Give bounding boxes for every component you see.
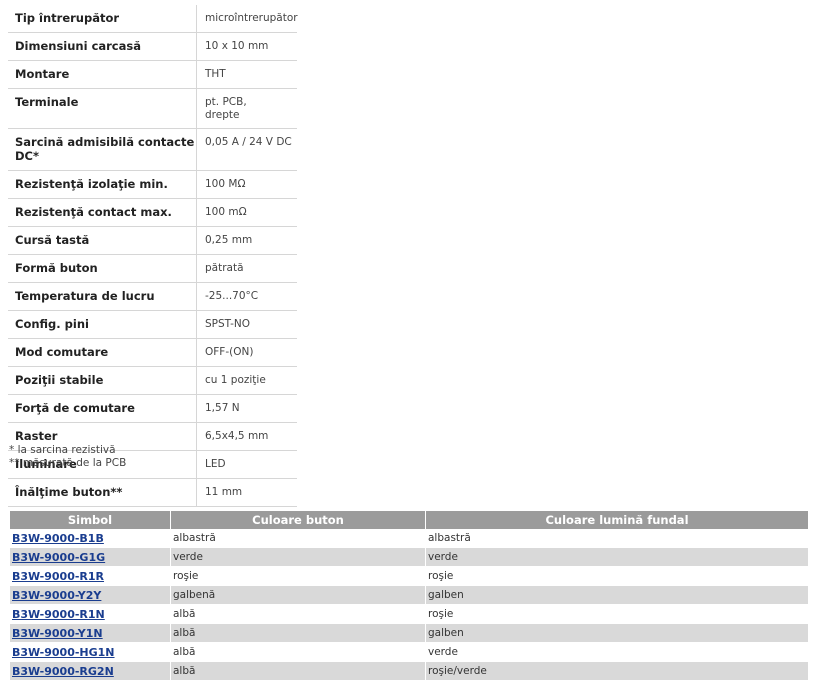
variants-header-row: Simbol Culoare buton Culoare lumină fund… bbox=[10, 511, 808, 529]
parameter-value: 100 mΩ bbox=[196, 199, 297, 226]
parameter-row: Rezistenţă izolaţie min. 100 MΩ bbox=[8, 171, 297, 199]
header-backlight-color: Culoare lumină fundal bbox=[425, 511, 808, 529]
variant-row: B3W-9000-HG1N albă verde bbox=[10, 642, 808, 662]
footnote-resistive-load: * la sarcina rezistivă bbox=[9, 444, 116, 456]
parameter-value: pătrată bbox=[196, 255, 297, 282]
parameter-name: Dimensiuni carcasă bbox=[15, 39, 141, 53]
parameter-value: LED bbox=[196, 451, 297, 478]
parameter-row: Cursă tastă 0,25 mm bbox=[8, 227, 297, 255]
parameter-row: Tip întrerupător microîntrerupător bbox=[8, 5, 298, 33]
parameter-row: Mod comutare OFF-(ON) bbox=[8, 339, 297, 367]
parameter-row: Config. pini SPST-NO bbox=[8, 311, 297, 339]
variant-backlight-color: roşie bbox=[425, 566, 808, 586]
variant-symbol-cell: B3W-9000-R1N bbox=[10, 604, 171, 624]
parameter-name: Sarcină admisibilă contacte DC* bbox=[15, 135, 195, 163]
parameter-name: Rezistenţă contact max. bbox=[15, 205, 172, 219]
parameter-row: Înălţime buton** 11 mm bbox=[8, 479, 297, 507]
variant-row: B3W-9000-Y1N albă galben bbox=[10, 623, 808, 643]
footnotes: * la sarcina rezistivă ** măsurată de la… bbox=[9, 444, 126, 469]
variants-table: Simbol Culoare buton Culoare lumină fund… bbox=[10, 511, 808, 681]
header-button-color: Culoare buton bbox=[170, 511, 426, 529]
parameter-name: Mod comutare bbox=[15, 345, 109, 359]
variant-symbol-cell: B3W-9000-R1R bbox=[10, 566, 171, 586]
variant-row: B3W-9000-R1N albă roşie bbox=[10, 604, 808, 624]
parameter-name: Terminale bbox=[15, 95, 79, 109]
parameter-name: Rezistenţă izolaţie min. bbox=[15, 177, 168, 191]
parameter-value: 0,05 A / 24 V DC bbox=[196, 129, 297, 170]
variant-symbol-cell: B3W-9000-RG2N bbox=[10, 661, 171, 681]
parameter-row: Dimensiuni carcasă 10 x 10 mm bbox=[8, 33, 297, 61]
parameter-value: OFF-(ON) bbox=[196, 339, 297, 366]
parameter-name: Formă buton bbox=[15, 261, 98, 275]
variant-backlight-color: galben bbox=[425, 585, 808, 605]
variant-backlight-color: roşie bbox=[425, 604, 808, 624]
variant-backlight-color: roşie/verde bbox=[425, 661, 808, 681]
parameter-value: SPST-NO bbox=[196, 311, 297, 338]
variant-symbol-cell: B3W-9000-Y2Y bbox=[10, 585, 171, 605]
parameter-row: Forţă de comutare 1,57 N bbox=[8, 395, 297, 423]
parameter-name: Tip întrerupător bbox=[15, 11, 120, 25]
variant-button-color: albă bbox=[170, 623, 426, 643]
parameter-value: cu 1 poziţie bbox=[196, 367, 297, 394]
variant-symbol-link[interactable]: B3W-9000-B1B bbox=[12, 532, 104, 545]
variant-row: B3W-9000-Y2Y galbenă galben bbox=[10, 585, 808, 605]
variant-button-color: verde bbox=[170, 547, 426, 567]
parameter-name: Înălţime buton** bbox=[15, 485, 123, 499]
variant-symbol-cell: B3W-9000-G1G bbox=[10, 547, 171, 567]
header-symbol: Simbol bbox=[10, 511, 171, 529]
variant-button-color: albastră bbox=[170, 529, 426, 548]
footnote-measured-from-pcb: ** măsurată de la PCB bbox=[9, 456, 127, 469]
parameter-value: -25...70°C bbox=[196, 283, 297, 310]
parameter-name: Temperatura de lucru bbox=[15, 289, 155, 303]
variant-symbol-link[interactable]: B3W-9000-Y1N bbox=[12, 627, 103, 640]
variant-row: B3W-9000-G1G verde verde bbox=[10, 547, 808, 567]
parameter-value: 6,5x4,5 mm bbox=[196, 423, 297, 450]
parameter-name: Poziţii stabile bbox=[15, 373, 104, 387]
variant-button-color: galbenă bbox=[170, 585, 426, 605]
variant-button-color: albă bbox=[170, 661, 426, 681]
parameter-row: Rezistenţă contact max. 100 mΩ bbox=[8, 199, 297, 227]
parameter-value: 10 x 10 mm bbox=[196, 33, 297, 60]
variant-symbol-link[interactable]: B3W-9000-HG1N bbox=[12, 646, 115, 659]
parameter-value: microîntrerupător bbox=[196, 5, 298, 32]
variant-symbol-link[interactable]: B3W-9000-RG2N bbox=[12, 665, 114, 678]
variant-symbol-cell: B3W-9000-Y1N bbox=[10, 623, 171, 643]
parameter-value: 100 MΩ bbox=[196, 171, 297, 198]
parameter-value: 11 mm bbox=[196, 479, 297, 506]
variant-symbol-link[interactable]: B3W-9000-G1G bbox=[12, 551, 105, 564]
variant-symbol-cell: B3W-9000-B1B bbox=[10, 529, 171, 548]
variant-symbol-link[interactable]: B3W-9000-R1R bbox=[12, 570, 104, 583]
parameter-row: Formă buton pătrată bbox=[8, 255, 297, 283]
variant-button-color: albă bbox=[170, 642, 426, 662]
variant-row: B3W-9000-R1R roşie roşie bbox=[10, 566, 808, 586]
parameter-row: Temperatura de lucru -25...70°C bbox=[8, 283, 297, 311]
variant-row: B3W-9000-RG2N albă roşie/verde bbox=[10, 661, 808, 681]
variant-backlight-color: albastră bbox=[425, 529, 808, 548]
variant-backlight-color: verde bbox=[425, 547, 808, 567]
parameter-row: Montare THT bbox=[8, 61, 297, 89]
variant-symbol-cell: B3W-9000-HG1N bbox=[10, 642, 171, 662]
parameter-name: Cursă tastă bbox=[15, 233, 90, 247]
variant-symbol-link[interactable]: B3W-9000-R1N bbox=[12, 608, 105, 621]
parameter-value: THT bbox=[196, 61, 297, 88]
parameter-row: Poziţii stabile cu 1 poziţie bbox=[8, 367, 297, 395]
variant-backlight-color: verde bbox=[425, 642, 808, 662]
variant-button-color: albă bbox=[170, 604, 426, 624]
parameter-name: Forţă de comutare bbox=[15, 401, 135, 415]
parameter-row: Sarcină admisibilă contacte DC* 0,05 A / … bbox=[8, 129, 297, 171]
parameter-name: Montare bbox=[15, 67, 70, 81]
parameter-value: 0,25 mm bbox=[196, 227, 297, 254]
variant-button-color: roşie bbox=[170, 566, 426, 586]
parameter-row: Terminale pt. PCB, drepte bbox=[8, 89, 297, 129]
variant-symbol-link[interactable]: B3W-9000-Y2Y bbox=[12, 589, 101, 602]
parameters-table: Tip întrerupător microîntrerupător Dimensi… bbox=[8, 5, 298, 507]
parameter-value: 1,57 N bbox=[196, 395, 297, 422]
variant-backlight-color: galben bbox=[425, 623, 808, 643]
parameter-name: Config. pini bbox=[15, 317, 89, 331]
parameter-value: pt. PCB, drepte bbox=[196, 89, 297, 128]
variant-row: B3W-9000-B1B albastră albastră bbox=[10, 529, 808, 548]
